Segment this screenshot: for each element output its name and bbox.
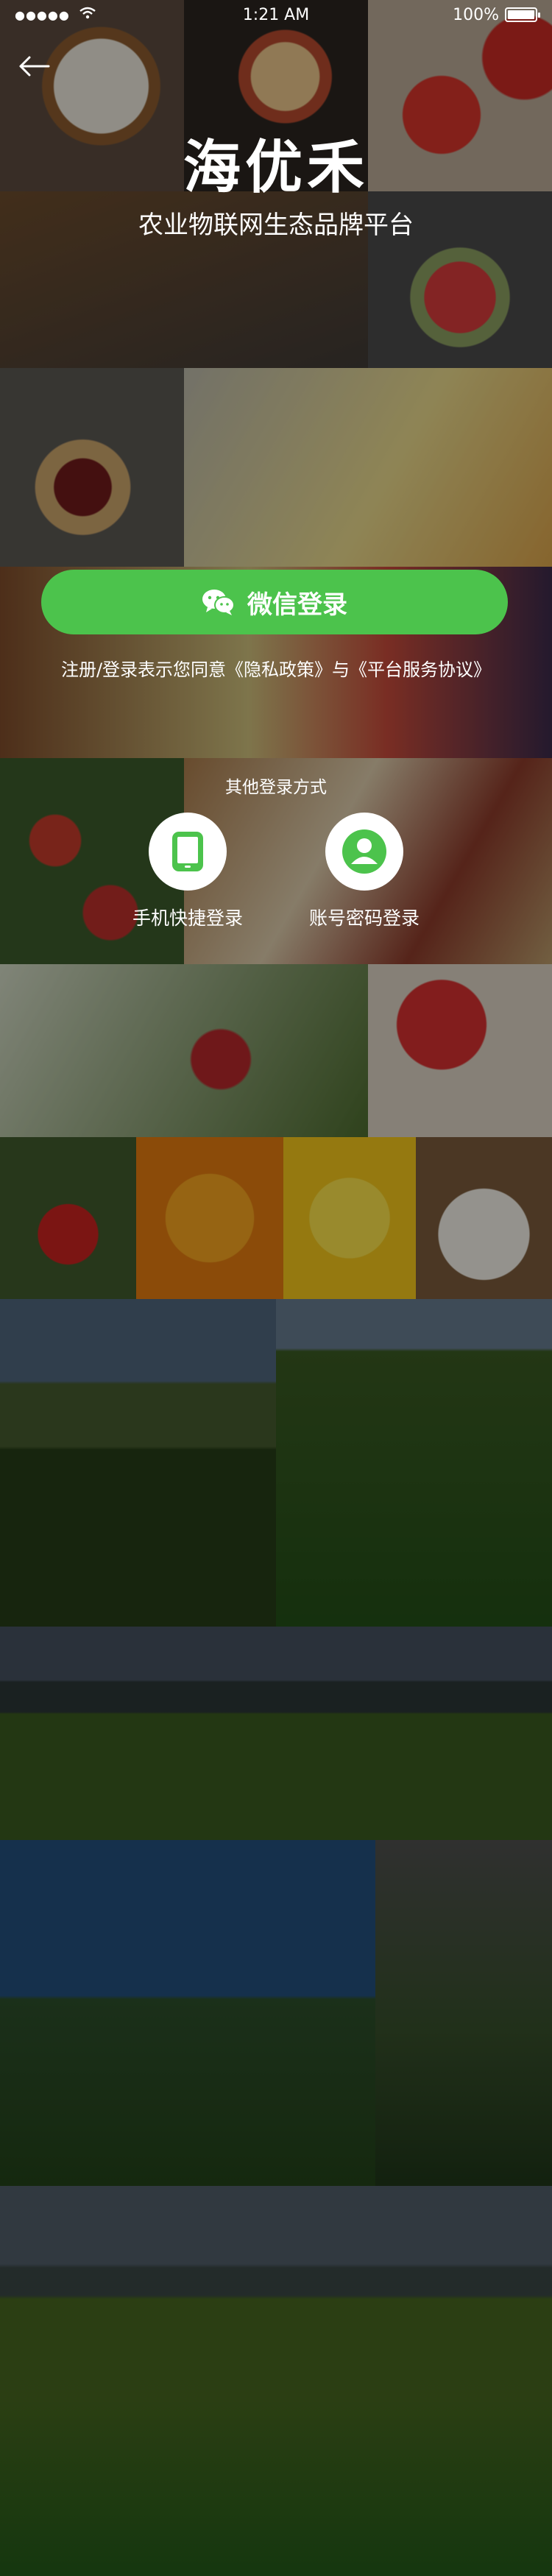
password-login-option[interactable]: 账号密码登录 <box>291 813 438 930</box>
back-button[interactable] <box>16 49 52 84</box>
wechat-login-label: 微信登录 <box>247 590 347 620</box>
password-login-label: 账号密码登录 <box>308 907 420 929</box>
battery-percent: 100% <box>453 5 499 24</box>
app-subtitle: 农业物联网生态品牌平台 <box>138 210 414 240</box>
photo-cherries <box>0 368 184 567</box>
photo-crop-field <box>276 1299 552 1627</box>
photo-lemons <box>283 1137 416 1299</box>
photo-field-lamp <box>0 1627 552 1840</box>
photo-oranges <box>136 1137 283 1299</box>
photo-lemon-drinks <box>184 368 552 567</box>
wechat-login-button[interactable]: 微信登录 <box>41 570 508 634</box>
service-agreement-link[interactable]: 《平台服务协议》 <box>350 659 491 680</box>
wechat-icon <box>202 590 235 615</box>
other-login-title: 其他登录方式 <box>225 778 327 797</box>
signal-icon: ●●●●● <box>15 7 70 22</box>
background-mosaic <box>0 0 552 2576</box>
photo-green-valley <box>0 2186 552 2576</box>
privacy-policy-link[interactable]: 《隐私政策》 <box>226 659 332 680</box>
photo-apples-basket <box>368 964 552 1137</box>
password-login-circle[interactable] <box>325 813 403 891</box>
phone-login-option[interactable]: 手机快捷登录 <box>114 813 261 930</box>
photo-farmland-sky <box>0 1840 375 2186</box>
agreement-prefix: 注册/登录表示您同意 <box>60 659 227 680</box>
back-arrow-icon <box>19 56 50 77</box>
battery-icon <box>505 7 540 22</box>
phone-icon <box>172 832 203 871</box>
phone-login-circle[interactable] <box>149 813 227 891</box>
signal-wifi-group: ●●●●● <box>15 6 96 24</box>
photo-tomatoes <box>0 1137 136 1299</box>
app-title: 海优禾 <box>183 135 369 201</box>
photo-apple-tree <box>0 964 368 1137</box>
photo-vineyard <box>0 1299 276 1627</box>
phone-login-label: 手机快捷登录 <box>132 907 243 929</box>
agreement-text: 注册/登录表示您同意《隐私政策》与《平台服务协议》 <box>0 655 552 681</box>
photo-rice-sack <box>416 1137 552 1299</box>
status-bar: ●●●●● 1:21 AM 100% <box>0 0 552 29</box>
user-icon <box>342 829 386 874</box>
battery-group: 100% <box>453 5 540 24</box>
agreement-and: 与 <box>332 659 350 680</box>
wifi-icon <box>79 6 96 24</box>
photo-aerial-village <box>375 1840 552 2186</box>
